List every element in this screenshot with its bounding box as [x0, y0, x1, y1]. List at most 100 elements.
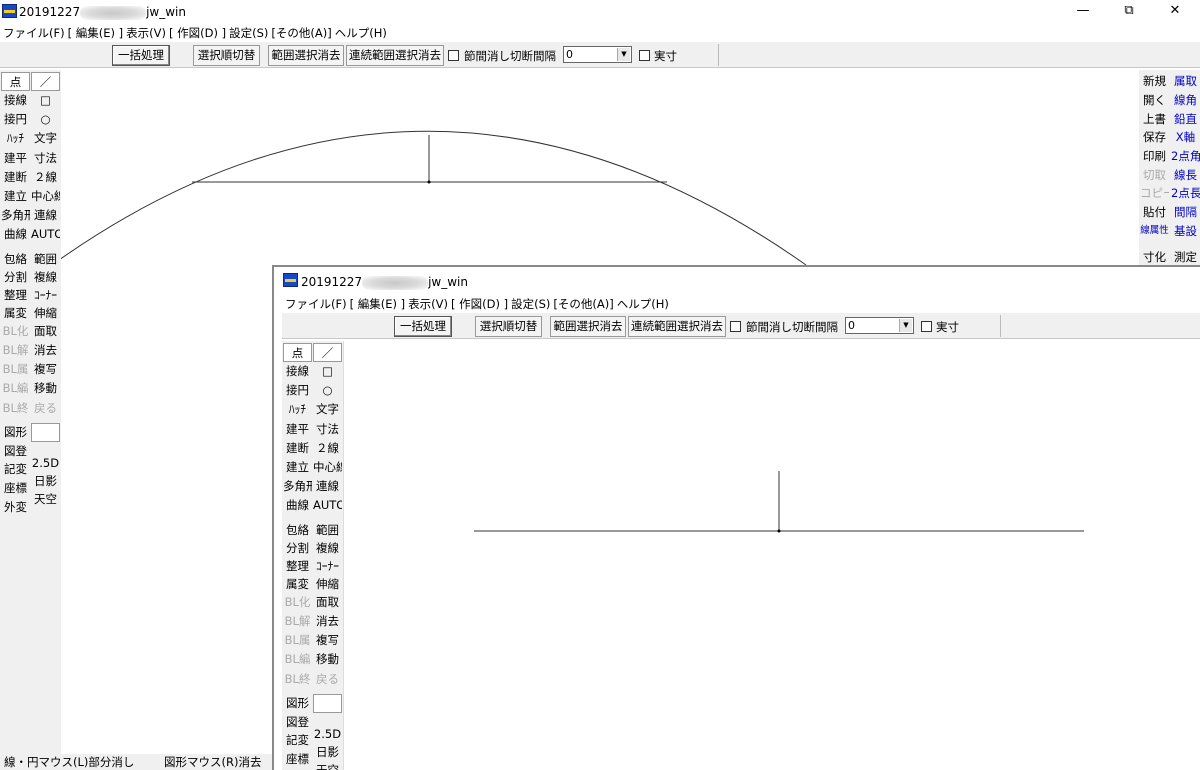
- tool-w1-c1-15[interactable]: BL属: [1, 360, 30, 379]
- tool-w1-c2-1[interactable]: □: [31, 91, 60, 110]
- tool-w1-c2-17[interactable]: 戻る: [31, 399, 60, 418]
- tool-w2-c1-10[interactable]: 分割: [283, 539, 312, 558]
- right-tool-c1-5[interactable]: 切取: [1140, 166, 1169, 185]
- tool-w1-c2-13[interactable]: 面取: [31, 322, 60, 341]
- range-erase-button[interactable]: 範囲選択消去: [550, 316, 626, 337]
- tool-w1-c2-2[interactable]: ○: [31, 110, 60, 129]
- continuous-range-erase-button[interactable]: 連続範囲選択消去: [628, 316, 726, 337]
- drawing-canvas[interactable]: [343, 341, 1200, 770]
- chevron-down-icon[interactable]: ▼: [617, 48, 630, 61]
- tool-w1-c2-18[interactable]: [31, 423, 60, 442]
- menu-draw[interactable]: [ 作図(D) ]: [451, 296, 508, 312]
- cut-interval-combo[interactable]: 0 ▼: [845, 317, 914, 334]
- tool-w2-c2-17[interactable]: 戻る: [313, 670, 342, 689]
- tool-w2-c1-9[interactable]: 包絡: [283, 521, 312, 540]
- menu-file[interactable]: ファイル(F): [285, 296, 347, 312]
- right-tool-c2-1[interactable]: 線角: [1171, 91, 1200, 110]
- right-tool-c1-4[interactable]: 印刷: [1140, 147, 1169, 166]
- menu-edit[interactable]: [ 編集(E) ]: [68, 25, 124, 41]
- right-tool-c1-1[interactable]: 開く: [1140, 91, 1169, 110]
- section-erase-checkbox[interactable]: [730, 321, 741, 332]
- menu-settings[interactable]: 設定(S): [229, 25, 268, 41]
- tool-w2-c1-18[interactable]: 図形: [283, 694, 312, 713]
- tool-w1-c2-9[interactable]: 範囲: [31, 250, 60, 269]
- select-order-button[interactable]: 選択順切替: [475, 316, 542, 337]
- tool-w2-c2-9[interactable]: 範囲: [313, 521, 342, 540]
- tool-w2-c2-2[interactable]: ○: [313, 381, 342, 400]
- tool-w2-c2-18[interactable]: [313, 694, 342, 713]
- tool-w2-c1-17[interactable]: BL終: [283, 670, 312, 689]
- menu-help[interactable]: ヘルプ(H): [335, 25, 387, 41]
- tool-w1-c2-6[interactable]: 中心線: [31, 187, 60, 206]
- tool-w1-c1-2[interactable]: 接円: [1, 110, 30, 129]
- tool-w1-c2-12[interactable]: 伸縮: [31, 304, 60, 323]
- close-icon[interactable]: ✕: [1152, 0, 1198, 24]
- tool-w1-c2-3[interactable]: 文字: [31, 129, 60, 148]
- tool-w1-c1-5[interactable]: 建断: [1, 168, 30, 187]
- tool-w1-c1-6[interactable]: 建立: [1, 187, 30, 206]
- tool-w2-c2-20[interactable]: 日影: [313, 743, 342, 762]
- tool-w2-c2-14[interactable]: 消去: [313, 612, 342, 631]
- menu-edit[interactable]: [ 編集(E) ]: [350, 296, 406, 312]
- tool-w2-c2-4[interactable]: 寸法: [313, 420, 342, 439]
- menu-settings[interactable]: 設定(S): [511, 296, 550, 312]
- tool-w2-c1-0[interactable]: 点: [283, 343, 312, 362]
- menu-help[interactable]: ヘルプ(H): [617, 296, 669, 312]
- tool-w2-c2-1[interactable]: □: [313, 362, 342, 381]
- tool-w1-c1-11[interactable]: 整理: [1, 286, 30, 305]
- tool-w1-c1-7[interactable]: 多角形: [1, 206, 30, 225]
- right-tool-c2-2[interactable]: 鉛直: [1171, 110, 1200, 129]
- tool-w1-c2-4[interactable]: 寸法: [31, 149, 60, 168]
- tool-w2-c2-19[interactable]: 2.5D: [313, 725, 342, 744]
- cut-interval-combo[interactable]: 0 ▼: [563, 46, 632, 63]
- tool-w2-c2-3[interactable]: 文字: [313, 400, 342, 419]
- right-tool-c2-6[interactable]: 2点長: [1171, 184, 1200, 203]
- right-tool-c1-7[interactable]: 貼付: [1140, 203, 1169, 222]
- tool-w2-c1-6[interactable]: 建立: [283, 458, 312, 477]
- menu-draw[interactable]: [ 作図(D) ]: [169, 25, 226, 41]
- tool-w2-c1-1[interactable]: 接線: [283, 362, 312, 381]
- actual-size-checkbox[interactable]: [639, 50, 650, 61]
- tool-w2-c1-16[interactable]: BL編: [283, 650, 312, 669]
- tool-w2-c2-21[interactable]: 天空: [313, 761, 342, 770]
- minimize-icon[interactable]: —: [1060, 0, 1106, 24]
- right-tool-c1-0[interactable]: 新規: [1140, 72, 1169, 91]
- tool-w2-c1-3[interactable]: ﾊｯﾁ: [283, 400, 312, 419]
- tool-w1-c2-7[interactable]: 連線: [31, 206, 60, 225]
- tool-w1-c2-14[interactable]: 消去: [31, 341, 60, 360]
- tool-w2-c1-19[interactable]: 図登: [283, 713, 312, 732]
- tool-w1-c1-0[interactable]: 点: [1, 72, 30, 91]
- tool-w2-c1-15[interactable]: BL属: [283, 631, 312, 650]
- batch-process-button[interactable]: 一括処理: [112, 45, 170, 66]
- tool-w1-c2-19[interactable]: 2.5D: [31, 454, 60, 473]
- tool-w2-c2-11[interactable]: ｺｰﾅｰ: [313, 557, 342, 576]
- tool-w1-c1-17[interactable]: BL終: [1, 399, 30, 418]
- restore-icon[interactable]: ⧉: [1106, 0, 1152, 24]
- batch-process-button[interactable]: 一括処理: [394, 316, 452, 337]
- menu-view[interactable]: 表示(V): [408, 296, 448, 312]
- continuous-range-erase-button[interactable]: 連続範囲選択消去: [346, 45, 444, 66]
- right-tool-c1-8[interactable]: 線属性: [1140, 222, 1169, 241]
- tool-w1-c1-10[interactable]: 分割: [1, 268, 30, 287]
- tool-w2-c2-7[interactable]: 連線: [313, 477, 342, 496]
- right-tool-c2-4[interactable]: 2点角: [1171, 147, 1200, 166]
- tool-w1-c1-12[interactable]: 属変: [1, 304, 30, 323]
- tool-w2-c1-21[interactable]: 座標: [283, 750, 312, 769]
- tool-w1-c2-11[interactable]: ｺｰﾅｰ: [31, 286, 60, 305]
- tool-w1-c1-4[interactable]: 建平: [1, 149, 30, 168]
- right-tool-c1-3[interactable]: 保存: [1140, 128, 1169, 147]
- tool-w2-c1-4[interactable]: 建平: [283, 420, 312, 439]
- tool-w2-c1-12[interactable]: 属変: [283, 575, 312, 594]
- tool-w1-c2-8[interactable]: AUTO: [31, 225, 60, 244]
- right-tool-c2-0[interactable]: 属取: [1171, 72, 1200, 91]
- chevron-down-icon[interactable]: ▼: [899, 319, 912, 332]
- tool-w2-c2-8[interactable]: AUTO: [313, 496, 342, 515]
- tool-w2-c1-11[interactable]: 整理: [283, 557, 312, 576]
- tool-w2-c1-5[interactable]: 建断: [283, 439, 312, 458]
- tool-w1-c1-13[interactable]: BL化: [1, 322, 30, 341]
- right-tool-c2-8[interactable]: 基設: [1171, 222, 1200, 241]
- range-erase-button[interactable]: 範囲選択消去: [268, 45, 344, 66]
- tool-w2-c2-15[interactable]: 複写: [313, 631, 342, 650]
- tool-w2-c1-8[interactable]: 曲線: [283, 496, 312, 515]
- tool-w2-c1-20[interactable]: 記変: [283, 731, 312, 750]
